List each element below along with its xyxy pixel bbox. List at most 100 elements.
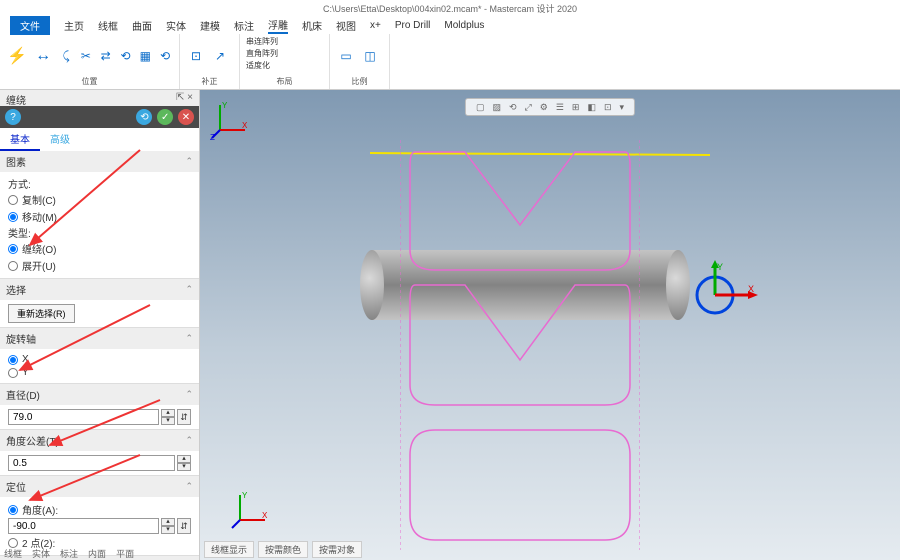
vt-icon[interactable]: ▾ xyxy=(620,102,625,113)
vt-icon[interactable]: ☰ xyxy=(556,102,564,113)
tab-basic[interactable]: 基本 xyxy=(0,128,40,151)
spinner[interactable]: ▴▾ xyxy=(177,455,191,471)
radio-2pt[interactable] xyxy=(8,538,18,548)
menu-file[interactable]: 文件 xyxy=(10,16,50,35)
menu-surface[interactable]: 曲面 xyxy=(132,18,152,33)
tab-advanced[interactable]: 高级 xyxy=(40,128,80,151)
radio-label: X xyxy=(22,354,29,365)
window-title: C:\Users\Etta\Desktop\004xin02.mcam* - M… xyxy=(0,0,900,16)
cancel-icon[interactable]: ✕ xyxy=(178,109,194,125)
radio-label: 移动(M) xyxy=(22,209,57,224)
diameter-input[interactable] xyxy=(8,409,159,425)
footer-tab[interactable]: 平面 xyxy=(116,547,134,560)
collapse-icon[interactable]: ⌃ xyxy=(185,389,193,400)
section-heading: 定位 xyxy=(6,479,26,494)
angle-input[interactable] xyxy=(8,518,159,534)
ribbon-tool-icon[interactable]: ↗ xyxy=(210,46,230,66)
vt-icon[interactable]: ⤢ xyxy=(525,102,532,113)
radio-copy[interactable] xyxy=(8,195,18,205)
status-tab[interactable]: 线框显示 xyxy=(204,541,254,558)
ribbon-tool-icon[interactable]: ⟲ xyxy=(118,46,134,66)
collapse-icon[interactable]: ⌃ xyxy=(185,156,193,167)
tolerance-input[interactable] xyxy=(8,455,175,471)
radio-unwrap[interactable] xyxy=(8,261,18,271)
ok-icon[interactable]: ✓ xyxy=(157,109,173,125)
radio-y[interactable] xyxy=(8,368,18,378)
ribbon-tool-icon[interactable]: ⚡ xyxy=(6,42,28,70)
svg-text:Y: Y xyxy=(242,491,248,500)
ribbon-tool-icon[interactable]: ⇄ xyxy=(98,46,114,66)
ribbon-item[interactable]: 串连阵列 xyxy=(246,36,278,47)
reselect-button[interactable]: 重新选择(R) xyxy=(8,304,75,323)
radio-x[interactable] xyxy=(8,355,18,365)
panel-close-icon[interactable]: ⇱ × xyxy=(176,92,193,104)
ribbon-group-label: 位置 xyxy=(6,76,173,87)
menu-relief[interactable]: 机床 xyxy=(302,18,322,33)
menu-machine[interactable]: 视图 xyxy=(336,18,356,33)
panel-title: 缠绕 xyxy=(6,92,26,104)
ribbon-stretch-icon[interactable]: ▭ xyxy=(336,46,356,66)
svg-text:X: X xyxy=(748,284,754,294)
collapse-icon[interactable]: ⌃ xyxy=(185,284,193,295)
vt-icon[interactable]: ⊞ xyxy=(572,102,580,113)
ribbon-item[interactable]: 适度化 xyxy=(246,60,270,71)
menu-bar: 文件 主页 线框 曲面 实体 建模 标注 浮雕 机床 视图 x+ Pro Dri… xyxy=(0,16,900,34)
vt-icon[interactable]: ⟲ xyxy=(509,102,517,113)
collapse-icon[interactable]: ⌃ xyxy=(185,333,193,344)
panel-toolbar: ? ⟲ ✓ ✕ xyxy=(0,106,199,128)
vt-icon[interactable]: ⚙ xyxy=(540,102,548,113)
footer-tab[interactable]: 内面 xyxy=(88,547,106,560)
toolpath-geometry xyxy=(400,140,640,550)
ribbon-group-label: 补正 xyxy=(186,76,233,87)
section-heading: 旋转轴 xyxy=(6,331,36,346)
footer-tabs: 线框 实体 标注 内面 平面 xyxy=(4,547,134,560)
spinner[interactable]: ▴▾ xyxy=(161,409,175,425)
section-heading: 直径(D) xyxy=(6,387,40,402)
ribbon-tool-icon[interactable]: ↔ xyxy=(32,42,54,70)
apply-icon[interactable]: ⟲ xyxy=(136,109,152,125)
spinner[interactable]: ▴▾ xyxy=(161,518,175,534)
vt-icon[interactable]: ▢ xyxy=(476,102,485,113)
footer-tab[interactable]: 实体 xyxy=(32,547,50,560)
viewport-toolbar[interactable]: ▢ ▨ ⟲ ⤢ ⚙ ☰ ⊞ ◧ ⊡ ▾ xyxy=(465,98,635,116)
menu-prodrill[interactable]: Moldplus xyxy=(444,20,484,31)
help-icon[interactable]: ? xyxy=(5,109,21,125)
link-icon[interactable]: ⇵ xyxy=(177,409,191,425)
viewport-3d[interactable]: ▢▨ ⟲⤢ ⚙☰ ⊞◧ ⊡▾ YXZ YX YX xyxy=(200,90,900,560)
footer-tab[interactable]: 线框 xyxy=(4,547,22,560)
svg-text:Z: Z xyxy=(210,133,215,140)
radio-label: 缠绕(O) xyxy=(22,241,56,256)
vt-icon[interactable]: ⊡ xyxy=(604,102,612,113)
ribbon-tool-icon[interactable]: ✂ xyxy=(78,46,94,66)
ribbon-tool-icon[interactable]: ⊡ xyxy=(186,46,206,66)
collapse-icon[interactable]: ⌃ xyxy=(185,481,193,492)
ribbon-group-label: 比例 xyxy=(336,76,383,87)
radio-label: Y xyxy=(22,367,29,378)
label-type: 类型: xyxy=(8,229,31,240)
menu-solid[interactable]: 实体 xyxy=(166,18,186,33)
ribbon-tool-icon[interactable]: ⤹ xyxy=(58,46,74,66)
link-icon[interactable]: ⇵ xyxy=(177,518,191,534)
radio-angle[interactable] xyxy=(8,505,18,515)
menu-view[interactable]: x+ xyxy=(370,20,381,31)
footer-tab[interactable]: 标注 xyxy=(60,547,78,560)
menu-home[interactable]: 主页 xyxy=(64,18,84,33)
ribbon-scale-icon[interactable]: ◫ xyxy=(360,46,380,66)
radio-move[interactable] xyxy=(8,212,18,222)
ribbon-tool-icon[interactable]: ▦ xyxy=(137,46,153,66)
vt-icon[interactable]: ◧ xyxy=(587,102,596,113)
status-tab[interactable]: 按需对象 xyxy=(312,541,362,558)
transform-gizmo-icon[interactable]: YX xyxy=(690,260,750,320)
radio-wrap[interactable] xyxy=(8,244,18,254)
ribbon-tool-icon[interactable]: ⟲ xyxy=(157,46,173,66)
status-tab[interactable]: 按需颜色 xyxy=(258,541,308,558)
menu-annot[interactable]: 标注 xyxy=(234,18,254,33)
menu-xplus[interactable]: Pro Drill xyxy=(395,20,431,31)
menu-transform[interactable]: 浮雕 xyxy=(268,17,288,34)
menu-wireframe[interactable]: 线框 xyxy=(98,18,118,33)
section-heading: 选择 xyxy=(6,282,26,297)
vt-icon[interactable]: ▨ xyxy=(492,102,501,113)
menu-model[interactable]: 建模 xyxy=(200,18,220,33)
collapse-icon[interactable]: ⌃ xyxy=(185,435,193,446)
ribbon-item[interactable]: 直角阵列 xyxy=(246,48,278,59)
